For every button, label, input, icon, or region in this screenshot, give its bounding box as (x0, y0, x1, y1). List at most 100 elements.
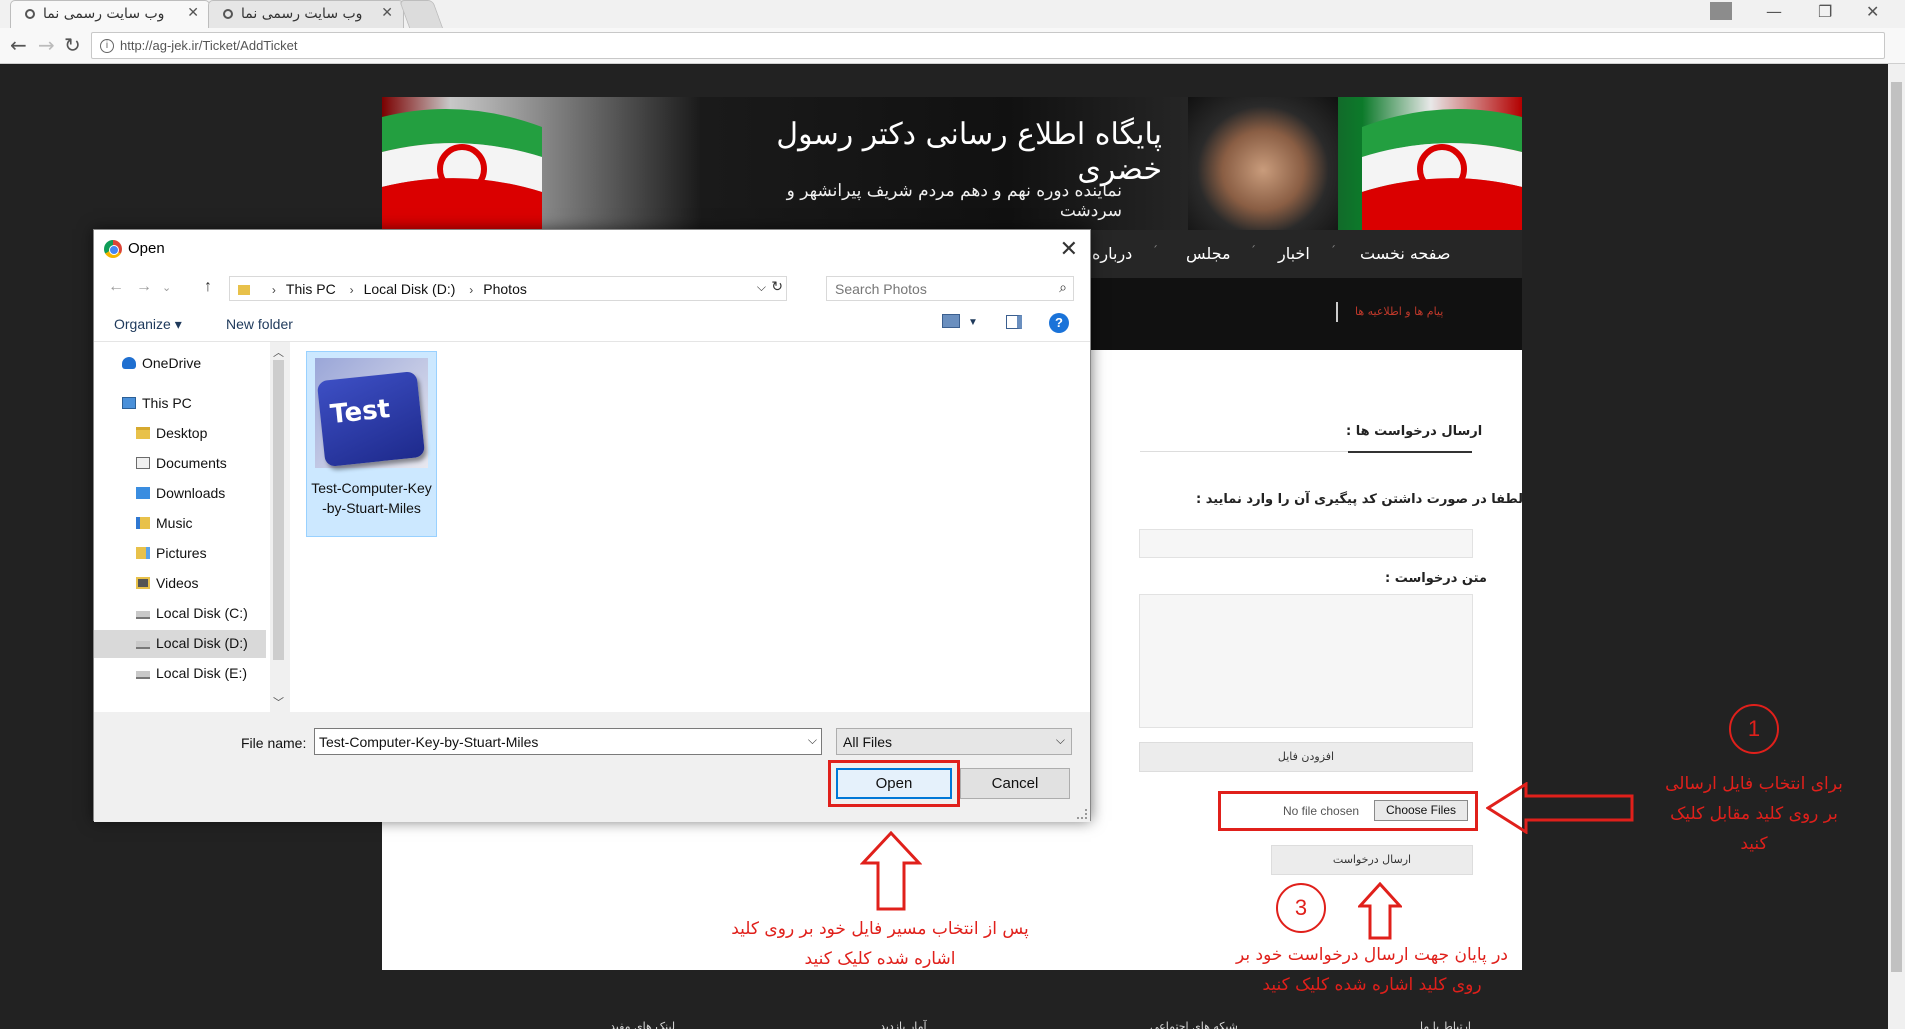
thumbnail-text: Test (328, 394, 392, 431)
nav-onedrive[interactable]: OneDrive (94, 350, 266, 378)
iran-flag-icon (1362, 109, 1522, 230)
nav-local-disk-e[interactable]: Local Disk (E:) (94, 660, 266, 688)
request-body-textarea[interactable] (1139, 594, 1473, 728)
help-icon[interactable]: ? (1049, 313, 1069, 333)
nav-local-disk-c[interactable]: Local Disk (C:) (94, 600, 266, 628)
nav-videos[interactable]: Videos (94, 570, 266, 598)
page-scrollbar[interactable] (1888, 64, 1905, 1029)
resize-grip-icon[interactable] (1077, 809, 1087, 819)
banner-subtitle: نماینده دوره نهم و دهم مردم شریف پیرانشه… (786, 181, 1122, 221)
nav-separator: ˊ (1250, 244, 1256, 258)
open-file-dialog: Open ✕ ← → ⌄ ↑ › This PC › Local Disk (D:)… (93, 229, 1091, 822)
portrait-image (1188, 97, 1338, 230)
chevron-right-icon[interactable]: › (272, 283, 276, 297)
profile-icon[interactable] (1710, 2, 1732, 20)
close-window-icon[interactable]: ✕ (1866, 2, 1879, 21)
minimize-icon[interactable]: — (1766, 2, 1782, 21)
breadcrumb[interactable]: › This PC › Local Disk (D:) › Photos ⌵ ↻ (229, 276, 787, 301)
nav-downloads[interactable]: Downloads (94, 480, 266, 508)
scroll-up-icon[interactable]: ︿ (273, 344, 284, 360)
nav-label: Documents (156, 455, 227, 471)
nav-label: Local Disk (D:) (156, 635, 248, 651)
breadcrumb-photos[interactable]: Photos (483, 281, 527, 297)
heading-rule (1140, 451, 1348, 452)
nav-separator: ˊ (1152, 244, 1158, 258)
page-scroll-thumb[interactable] (1891, 82, 1902, 972)
nav-documents[interactable]: Documents (94, 450, 266, 478)
pictures-icon (136, 547, 150, 559)
nav-scrollbar[interactable]: ︿ ﹀ (270, 342, 287, 712)
keyboard-key-image: Test (316, 371, 426, 467)
nav-this-pc[interactable]: This PC (94, 390, 266, 418)
browser-tab[interactable]: وب سایت رسمی نما ✕ (208, 0, 404, 28)
browser-tab-active[interactable]: وب سایت رسمی نما ✕ (10, 0, 210, 28)
search-input[interactable]: Search Photos ⌕ (826, 276, 1074, 301)
add-file-button[interactable]: افزودن فایل (1139, 742, 1473, 772)
info-icon[interactable]: i (100, 39, 114, 53)
nav-news[interactable]: اخبار (1278, 244, 1310, 263)
cancel-button[interactable]: Cancel (960, 768, 1070, 799)
nav-parliament[interactable]: مجلس (1186, 244, 1231, 263)
search-icon[interactable]: ⌕ (1059, 279, 1067, 296)
nav-music[interactable]: Music (94, 510, 266, 538)
chevron-right-icon[interactable]: › (350, 283, 354, 297)
nav-label: Pictures (156, 545, 207, 561)
nav-label: Local Disk (E:) (156, 665, 248, 681)
restore-icon[interactable]: ❐ (1818, 2, 1832, 21)
breadcrumb-this-pc[interactable]: This PC (286, 281, 336, 297)
address-bar[interactable]: i http://ag-jek.ir/Ticket/AddTicket (91, 32, 1885, 59)
music-icon (136, 517, 150, 529)
scroll-down-icon[interactable]: ﹀ (273, 694, 284, 710)
form-heading: ارسال درخواست ها : (1346, 424, 1483, 439)
chevron-right-icon[interactable]: › (469, 283, 473, 297)
navigation-pane: OneDrive This PC Desktop Documents Downl… (94, 342, 287, 712)
preview-pane-icon[interactable] (1006, 315, 1022, 329)
back-icon[interactable]: ← (108, 278, 124, 296)
choose-files-button[interactable]: Choose Files (1374, 800, 1468, 821)
dialog-title: Open (128, 240, 165, 257)
dialog-close-icon[interactable]: ✕ (1060, 236, 1078, 262)
tab-close-icon[interactable]: ✕ (381, 5, 393, 21)
submit-request-button[interactable]: ارسال درخواست (1271, 845, 1473, 875)
forward-icon[interactable]: → (136, 278, 152, 296)
chevron-down-icon[interactable]: ⌵ (1056, 733, 1065, 748)
messages-link[interactable]: پیام ها و اطلاعیه ها (1355, 305, 1443, 318)
nav-about[interactable]: درباره (1092, 244, 1132, 263)
open-button[interactable]: Open (836, 768, 952, 799)
view-mode-icon[interactable] (942, 314, 960, 328)
reload-icon[interactable]: ↻ (64, 34, 81, 56)
file-item-selected[interactable]: Test Test-Computer-Key-by-Stuart-Miles (306, 351, 437, 537)
left-arrow-icon (1486, 782, 1634, 834)
chevron-down-icon[interactable]: ▼ (968, 317, 978, 328)
nav-label: Local Disk (C:) (156, 605, 248, 621)
file-name-input[interactable]: Test-Computer-Key-by-Stuart-Miles ⌵ (314, 728, 822, 755)
chevron-down-icon[interactable]: ⌵ (808, 733, 817, 748)
back-icon[interactable]: ← (10, 34, 27, 56)
up-folder-icon[interactable]: ↑ (204, 278, 212, 296)
tab-favicon-icon (223, 9, 233, 19)
nav-local-disk-d[interactable]: Local Disk (D:) (94, 630, 266, 658)
sub-nav-separator (1336, 302, 1338, 322)
breadcrumb-disk-d[interactable]: Local Disk (D:) (364, 281, 456, 297)
new-folder-button[interactable]: New folder (226, 316, 293, 332)
tab-favicon-icon (25, 9, 35, 19)
refresh-icon[interactable]: ↻ (771, 278, 783, 295)
forward-icon[interactable]: → (38, 34, 55, 56)
nav-home[interactable]: صفحه نخست (1360, 244, 1450, 284)
chevron-down-icon[interactable]: ⌵ (757, 280, 766, 295)
recent-dropdown-icon[interactable]: ⌄ (162, 281, 171, 294)
file-type-select[interactable]: All Files ⌵ (836, 728, 1072, 755)
new-tab-button[interactable] (398, 0, 444, 28)
tab-title: وب سایت رسمی نما (43, 6, 165, 22)
annotation-2-text: پس از انتخاب مسیر فایل خود بر روی کلید ا… (731, 919, 1029, 969)
dialog-address-row: ← → ⌄ ↑ › This PC › Local Disk (D:) › Photo… (94, 270, 1090, 306)
scroll-thumb[interactable] (273, 360, 284, 660)
documents-icon (136, 457, 150, 469)
file-type-value: All Files (843, 734, 893, 750)
tracking-code-input[interactable] (1139, 529, 1473, 558)
nav-desktop[interactable]: Desktop (94, 420, 266, 448)
nav-pictures[interactable]: Pictures (94, 540, 266, 568)
organize-button[interactable]: Organize ▾ (114, 316, 182, 333)
tab-close-icon[interactable]: ✕ (187, 5, 199, 21)
nav-label: Videos (156, 575, 199, 591)
